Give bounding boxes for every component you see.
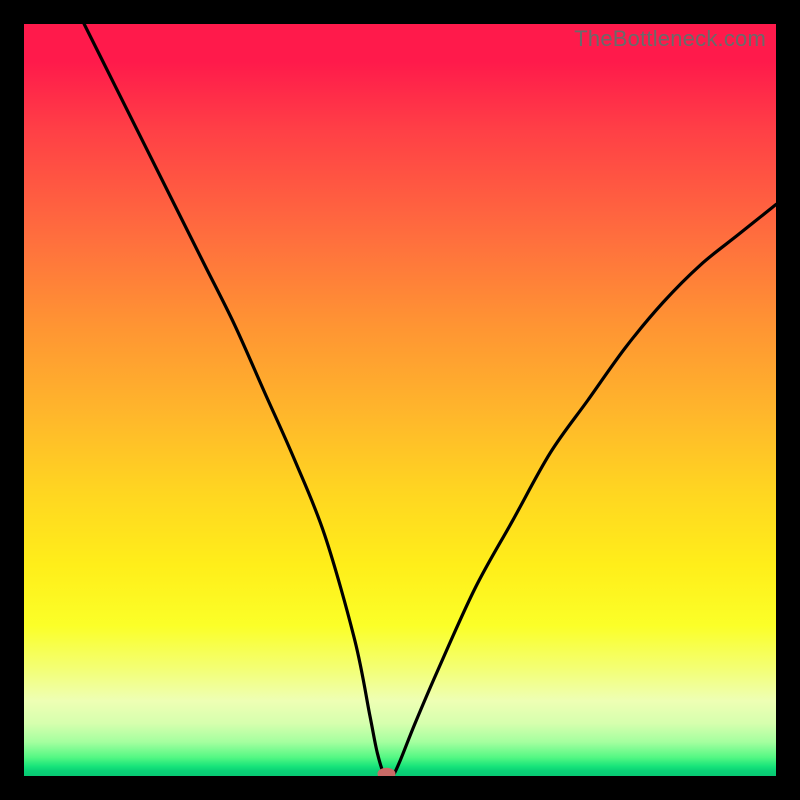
chart-frame: TheBottleneck.com bbox=[0, 0, 800, 800]
plot-area: TheBottleneck.com bbox=[24, 24, 776, 776]
minimum-marker bbox=[377, 768, 395, 776]
bottleneck-curve bbox=[84, 24, 776, 776]
curve-layer bbox=[24, 24, 776, 776]
watermark-text: TheBottleneck.com bbox=[574, 26, 766, 52]
